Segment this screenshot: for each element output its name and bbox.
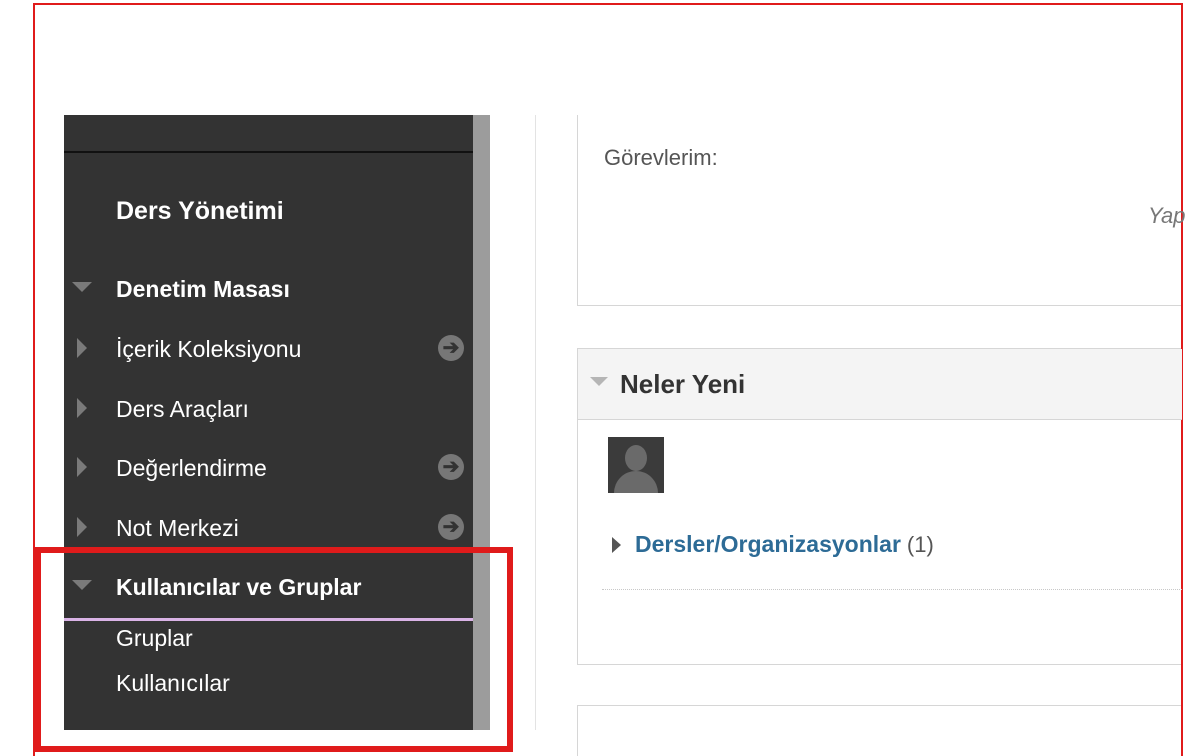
- tasks-panel: Görevlerim: Yap: [577, 115, 1186, 306]
- nav-item-users-and-groups[interactable]: Kullanıcılar ve Gruplar: [64, 566, 473, 610]
- sidebar-heading: Ders Yönetimi: [116, 197, 284, 225]
- sidebar-item-groups[interactable]: Gruplar: [116, 625, 193, 652]
- panel-title: Neler Yeni: [620, 369, 746, 399]
- triangle-right-icon[interactable]: [77, 517, 87, 537]
- nav-item-control-panel[interactable]: Denetim Masası: [64, 268, 473, 312]
- triangle-down-icon[interactable]: [72, 282, 92, 292]
- tasks-truncated-text: Yap: [1148, 203, 1186, 228]
- triangle-right-icon[interactable]: [77, 338, 87, 358]
- nav-item-content-collection[interactable]: İçerik Koleksiyonu ➔: [64, 328, 473, 372]
- avatar-head: [625, 445, 647, 471]
- next-panel: [577, 705, 1181, 756]
- nav-item-label: Not Merkezi: [116, 515, 239, 541]
- arrow-right-circle-icon[interactable]: ➔: [438, 454, 464, 480]
- whats-new-header[interactable]: Neler Yeni: [578, 349, 1182, 420]
- nav-item-course-tools[interactable]: Ders Araçları: [64, 388, 473, 432]
- nav-item-label: Değerlendirme: [116, 455, 267, 481]
- tasks-label: Görevlerim:: [604, 145, 718, 170]
- avatar: [608, 437, 664, 493]
- courses-organizations-row[interactable]: Dersler/Organizasyonlar (1): [612, 531, 934, 558]
- submenu-underline: [64, 618, 473, 621]
- nav-item-label: Kullanıcılar ve Gruplar: [116, 574, 362, 600]
- nav-item-label: İçerik Koleksiyonu: [116, 336, 302, 362]
- dotted-divider: [602, 589, 1182, 590]
- nav-item-label: Denetim Masası: [116, 276, 290, 302]
- sidebar-item-users[interactable]: Kullanıcılar: [116, 670, 230, 697]
- nav-item-label: Ders Araçları: [116, 396, 249, 422]
- courses-organizations-link[interactable]: Dersler/Organizasyonlar: [635, 531, 901, 557]
- triangle-down-icon[interactable]: [72, 580, 92, 590]
- content-divider: [535, 115, 536, 730]
- arrow-right-circle-icon[interactable]: ➔: [438, 335, 464, 361]
- avatar-body: [614, 471, 658, 493]
- whats-new-panel: Neler Yeni Dersler/Organizasyonlar (1): [577, 348, 1182, 665]
- triangle-right-icon[interactable]: [77, 457, 87, 477]
- collapse-triangle-icon[interactable]: [590, 377, 608, 386]
- course-management-sidebar: Ders Yönetimi Denetim Masası İçerik Kole…: [64, 115, 473, 730]
- nav-item-evaluation[interactable]: Değerlendirme ➔: [64, 447, 473, 491]
- item-count: (1): [906, 531, 934, 557]
- triangle-right-icon[interactable]: [77, 398, 87, 418]
- expand-triangle-icon[interactable]: [612, 536, 621, 553]
- sidebar-scrollbar[interactable]: [473, 115, 490, 730]
- nav-item-grade-center[interactable]: Not Merkezi ➔: [64, 507, 473, 551]
- arrow-right-circle-icon[interactable]: ➔: [438, 514, 464, 540]
- sidebar-divider: [64, 151, 473, 153]
